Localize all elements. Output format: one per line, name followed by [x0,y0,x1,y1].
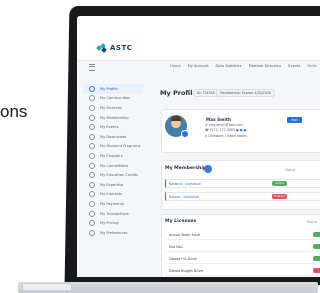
sidebar-item-label: My Profile [100,86,118,91]
nav-item[interactable]: Events [288,64,300,68]
sidebar-item[interactable]: My Discount Programs [83,142,143,152]
sidebar-item[interactable]: My Preferences [83,228,143,238]
sidebar-item[interactable]: My Committees [83,161,143,171]
sidebar-item-icon [89,162,95,169]
sidebar-item[interactable]: My Finances [83,103,143,113]
license-name: Annual Water Adult [169,232,200,237]
sidebar-item-icon [89,191,95,198]
sidebar-item-label: My Membership [100,115,129,120]
sidebar-item-label: My Committees [100,163,129,168]
sidebar-item-icon [89,200,95,207]
sidebar-item[interactable]: My Chapters [83,151,143,161]
license-row[interactable]: Annual Water Adult [166,229,320,240]
sidebar-item[interactable]: My Membership [83,113,143,123]
sidebar-item-label: My Pricing [100,221,119,226]
license-row[interactable]: Dakota Budget Driver [166,265,320,276]
sidebar-item[interactable]: My Pricing [83,218,143,228]
top-nav: Home My Account Data Statistics Member Dire… [170,64,317,68]
sidebar-item-icon [89,152,95,159]
license-status-badge [313,256,320,261]
nav-item[interactable]: Member Directory [249,64,282,68]
sidebar-item[interactable]: My Expertise [83,180,143,190]
sidebar-item-icon [89,133,95,140]
sidebar-item[interactable]: My Communities [83,94,143,104]
sidebar-item-icon [89,95,95,102]
membership-name: National - Individual [169,181,201,186]
licenses-status-header: Status [307,220,318,224]
sidebar-item-icon [89,114,95,121]
sidebar-item-label: My Transactions [100,211,129,216]
sidebar-item[interactable]: My Interests [83,190,143,200]
sidebar-item-label: My Education Credits [100,173,139,178]
background-caption: ons [0,102,28,121]
sidebar-item-label: My Preferences [100,230,128,235]
sidebar-item-label: My Interests [100,192,123,197]
memberships-title: My Memberships [165,166,209,171]
sidebar-item-icon [89,104,95,111]
membership-status-badge: Expired [272,194,287,199]
membership-row[interactable]: Kansas - Individual Expired [165,192,320,201]
logo-text: ASTC [110,44,133,52]
sidebar-item-icon [89,181,95,188]
license-name: Dakota Budget Driver [169,268,204,273]
license-name: Dakota Full Driver [169,256,198,261]
sidebar-item[interactable]: My Events [83,122,143,132]
license-status-badge [313,268,320,273]
membership-expiry-chip: Membership: Expires 4/30/2026 [216,89,275,97]
app-header [77,16,320,61]
nav-item[interactable]: My Account [188,64,209,68]
membership-name: Kansas - Individual [169,194,199,199]
sidebar-item[interactable]: My Education Credits [83,170,143,180]
logo[interactable]: ASTC [96,43,133,53]
license-status-badge [313,232,320,237]
license-name: Dist N&C [169,244,184,249]
sidebar-item[interactable]: My Transactions [83,209,143,219]
licenses-title: My Licenses [165,219,197,224]
logo-icon [96,43,107,53]
avatar-camera-icon[interactable] [181,130,189,138]
laptop-base-notch [22,283,72,291]
sidebar: My Profile My Communities My Finances My Me… [83,84,143,238]
profile-name: Max Smith [206,117,231,122]
memberships-status-header: Status [285,168,296,172]
memberships-count-badge [204,165,212,173]
sidebar-item-label: My Finances [100,105,122,110]
membership-row[interactable]: National - Individual Active [165,179,320,188]
sidebar-item-label: My Events [100,125,119,130]
sidebar-item-icon [89,229,95,236]
edit-profile-button[interactable]: Edit [287,117,302,123]
sidebar-item-icon [89,220,95,227]
sidebar-item-icon [89,210,95,217]
sidebar-item-icon [89,143,95,150]
member-id-chip: ID: 734594 [193,89,219,97]
sidebar-item-label: My Communities [100,96,131,101]
page-title: My Profile [160,89,197,97]
sidebar-item-icon [89,124,95,131]
sidebar-item-label: My Expertise [100,182,124,187]
profile-email: ✉ max.smith@astc.com [205,123,244,127]
sidebar-item[interactable]: My Downloads [83,132,143,142]
sidebar-item[interactable]: My Payments [83,199,143,209]
license-row[interactable]: Dakota Full Driver [166,253,320,264]
membership-status-badge: Active [272,181,287,186]
nav-item[interactable]: Home [170,64,181,68]
nav-item[interactable]: Onlin [307,64,316,68]
license-status-badge [313,244,320,249]
sidebar-item-label: My Payments [100,201,124,206]
hamburger-menu-icon[interactable] [89,64,95,71]
sidebar-item-label: My Downloads [100,134,127,139]
sidebar-item-label: My Chapters [100,153,123,158]
sidebar-item-icon [89,172,95,179]
sidebar-item-icon [89,85,95,92]
nav-item[interactable]: Data Statistics [216,64,242,68]
license-row[interactable]: Dist N&C [166,241,320,252]
sidebar-item-label: My Discount Programs [100,144,141,149]
profile-location: ⚲ Delaware, United States [205,134,247,138]
laptop-screen: ASTC Home My Account Data Statistics Member… [77,16,320,277]
profile-phone: ☎ (571) 277-9083 ● ● ● [205,128,247,132]
sidebar-item[interactable]: My Profile [83,84,143,94]
